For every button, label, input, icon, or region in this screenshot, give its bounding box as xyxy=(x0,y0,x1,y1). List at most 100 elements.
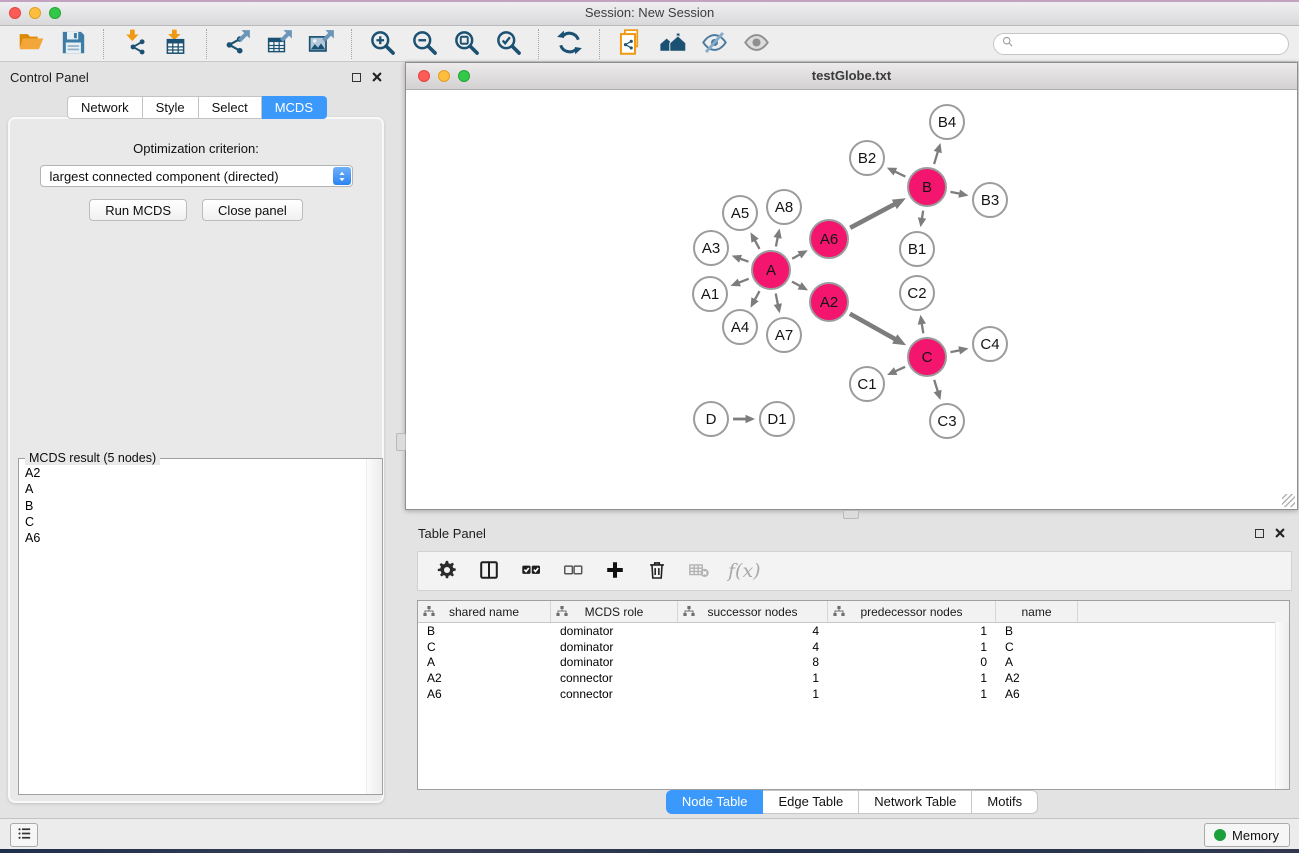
export-network-button[interactable] xyxy=(216,28,258,60)
graph-node-D[interactable]: D xyxy=(693,401,729,437)
result-item[interactable]: B xyxy=(25,498,382,514)
zoom-in-button[interactable] xyxy=(361,28,403,60)
graph-node-A1[interactable]: A1 xyxy=(692,276,728,312)
close-table-panel-icon[interactable] xyxy=(1275,528,1285,538)
select-stepper-icon xyxy=(333,167,351,185)
tab-mcds[interactable]: MCDS xyxy=(262,96,327,119)
optimization-select[interactable]: largest connected component (directed) xyxy=(40,165,353,187)
close-panel-button[interactable]: Close panel xyxy=(202,199,303,221)
network-file-button[interactable] xyxy=(609,28,651,60)
graph-node-C2[interactable]: C2 xyxy=(899,275,935,311)
home-button[interactable] xyxy=(651,28,693,60)
graph-node-A7[interactable]: A7 xyxy=(766,317,802,353)
minimize-window-button[interactable] xyxy=(29,7,41,19)
vertical-splitter-grip[interactable] xyxy=(396,433,406,451)
graph-node-B1[interactable]: B1 xyxy=(899,231,935,267)
graph-node-C4[interactable]: C4 xyxy=(972,326,1008,362)
graph-node-B2[interactable]: B2 xyxy=(849,140,885,176)
delete-table-button[interactable] xyxy=(686,558,712,584)
cell: A xyxy=(418,655,551,669)
column-header-predecessor-nodes[interactable]: predecessor nodes xyxy=(828,601,996,622)
refresh-button[interactable] xyxy=(548,28,590,60)
graph-node-B4[interactable]: B4 xyxy=(929,104,965,140)
hierarchy-icon xyxy=(556,605,568,617)
result-item[interactable]: A6 xyxy=(25,530,382,546)
graph-node-A8[interactable]: A8 xyxy=(766,189,802,225)
network-file-icon xyxy=(617,29,644,59)
memory-status-dot xyxy=(1214,829,1226,841)
window-resize-grip[interactable] xyxy=(1282,494,1295,507)
result-item[interactable]: C xyxy=(25,514,382,530)
delete-column-button[interactable] xyxy=(644,558,670,584)
result-item[interactable]: A2 xyxy=(25,465,382,481)
float-table-panel-icon[interactable] xyxy=(1255,529,1264,538)
graph-node-B[interactable]: B xyxy=(907,167,947,207)
tab-network-table[interactable]: Network Table xyxy=(859,790,972,814)
column-header-shared-name[interactable]: shared name xyxy=(418,601,551,622)
graph-node-A[interactable]: A xyxy=(751,250,791,290)
graph-node-C1[interactable]: C1 xyxy=(849,366,885,402)
add-column-button[interactable] xyxy=(602,558,628,584)
open-session-button[interactable] xyxy=(10,28,52,60)
float-panel-icon[interactable] xyxy=(352,73,361,82)
column-header-MCDS-role[interactable]: MCDS role xyxy=(551,601,678,622)
result-scrollbar[interactable] xyxy=(366,459,382,794)
network-minimize-button[interactable] xyxy=(438,70,450,82)
cell: 4 xyxy=(678,624,828,638)
zoom-selected-button[interactable] xyxy=(487,28,529,60)
result-item[interactable]: A xyxy=(25,481,382,497)
graph-node-A4[interactable]: A4 xyxy=(722,309,758,345)
zoom-out-icon xyxy=(411,29,438,59)
graph-node-C3[interactable]: C3 xyxy=(929,403,965,439)
column-header-name[interactable]: name xyxy=(996,601,1078,622)
hide-graphics-button[interactable] xyxy=(693,28,735,60)
close-window-button[interactable] xyxy=(9,7,21,19)
table-row-A6[interactable]: A6connector11A6 xyxy=(418,686,1289,702)
maximize-window-button[interactable] xyxy=(49,7,61,19)
tab-network[interactable]: Network xyxy=(67,96,143,119)
table-scrollbar[interactable] xyxy=(1275,622,1289,789)
zoom-fit-button[interactable] xyxy=(445,28,487,60)
table-row-C[interactable]: Cdominator41C xyxy=(418,639,1289,655)
table-row-A[interactable]: Adominator80A xyxy=(418,654,1289,670)
graph-node-A3[interactable]: A3 xyxy=(693,230,729,266)
show-graphics-button[interactable] xyxy=(735,28,777,60)
task-history-button[interactable] xyxy=(10,823,38,847)
tab-edge-table[interactable]: Edge Table xyxy=(763,790,859,814)
run-mcds-button[interactable]: Run MCDS xyxy=(89,199,187,221)
tab-node-table[interactable]: Node Table xyxy=(666,790,764,814)
tab-style[interactable]: Style xyxy=(143,96,199,119)
save-session-button[interactable] xyxy=(52,28,94,60)
tab-select[interactable]: Select xyxy=(199,96,262,119)
deselect-all-button[interactable] xyxy=(560,558,586,584)
table-row-A2[interactable]: A2connector11A2 xyxy=(418,670,1289,686)
search-field[interactable] xyxy=(993,33,1289,55)
import-network-button[interactable] xyxy=(113,28,155,60)
toolbar-separator xyxy=(351,29,352,59)
table-settings-button[interactable] xyxy=(434,558,460,584)
import-table-button[interactable] xyxy=(155,28,197,60)
graph-node-C[interactable]: C xyxy=(907,337,947,377)
network-canvas[interactable]: B4 B2 B B3 A5A8A6 B1 A3 A C2 A1 A2 A4A7 C4 C C1 C3 D D1 xyxy=(406,90,1297,509)
network-close-button[interactable] xyxy=(418,70,430,82)
select-all-button[interactable] xyxy=(518,558,544,584)
memory-button[interactable]: Memory xyxy=(1204,823,1290,847)
graph-node-D1[interactable]: D1 xyxy=(759,401,795,437)
zoom-out-button[interactable] xyxy=(403,28,445,60)
export-table-button[interactable] xyxy=(258,28,300,60)
search-input[interactable] xyxy=(1018,36,1281,52)
graph-node-A6[interactable]: A6 xyxy=(809,219,849,259)
export-image-button[interactable] xyxy=(300,28,342,60)
network-window-titlebar[interactable]: testGlobe.txt xyxy=(406,63,1297,90)
function-builder-button[interactable]: f(x) xyxy=(728,558,761,584)
close-panel-icon[interactable] xyxy=(372,72,382,82)
table-row-B[interactable]: Bdominator41B xyxy=(418,623,1289,639)
graph-node-A2[interactable]: A2 xyxy=(809,282,849,322)
graph-node-B3[interactable]: B3 xyxy=(972,182,1008,218)
graph-node-A5[interactable]: A5 xyxy=(722,195,758,231)
show-columns-button[interactable] xyxy=(476,558,502,584)
tab-motifs[interactable]: Motifs xyxy=(972,790,1038,814)
network-maximize-button[interactable] xyxy=(458,70,470,82)
cell: dominator xyxy=(551,640,678,654)
column-header-successor-nodes[interactable]: successor nodes xyxy=(678,601,828,622)
